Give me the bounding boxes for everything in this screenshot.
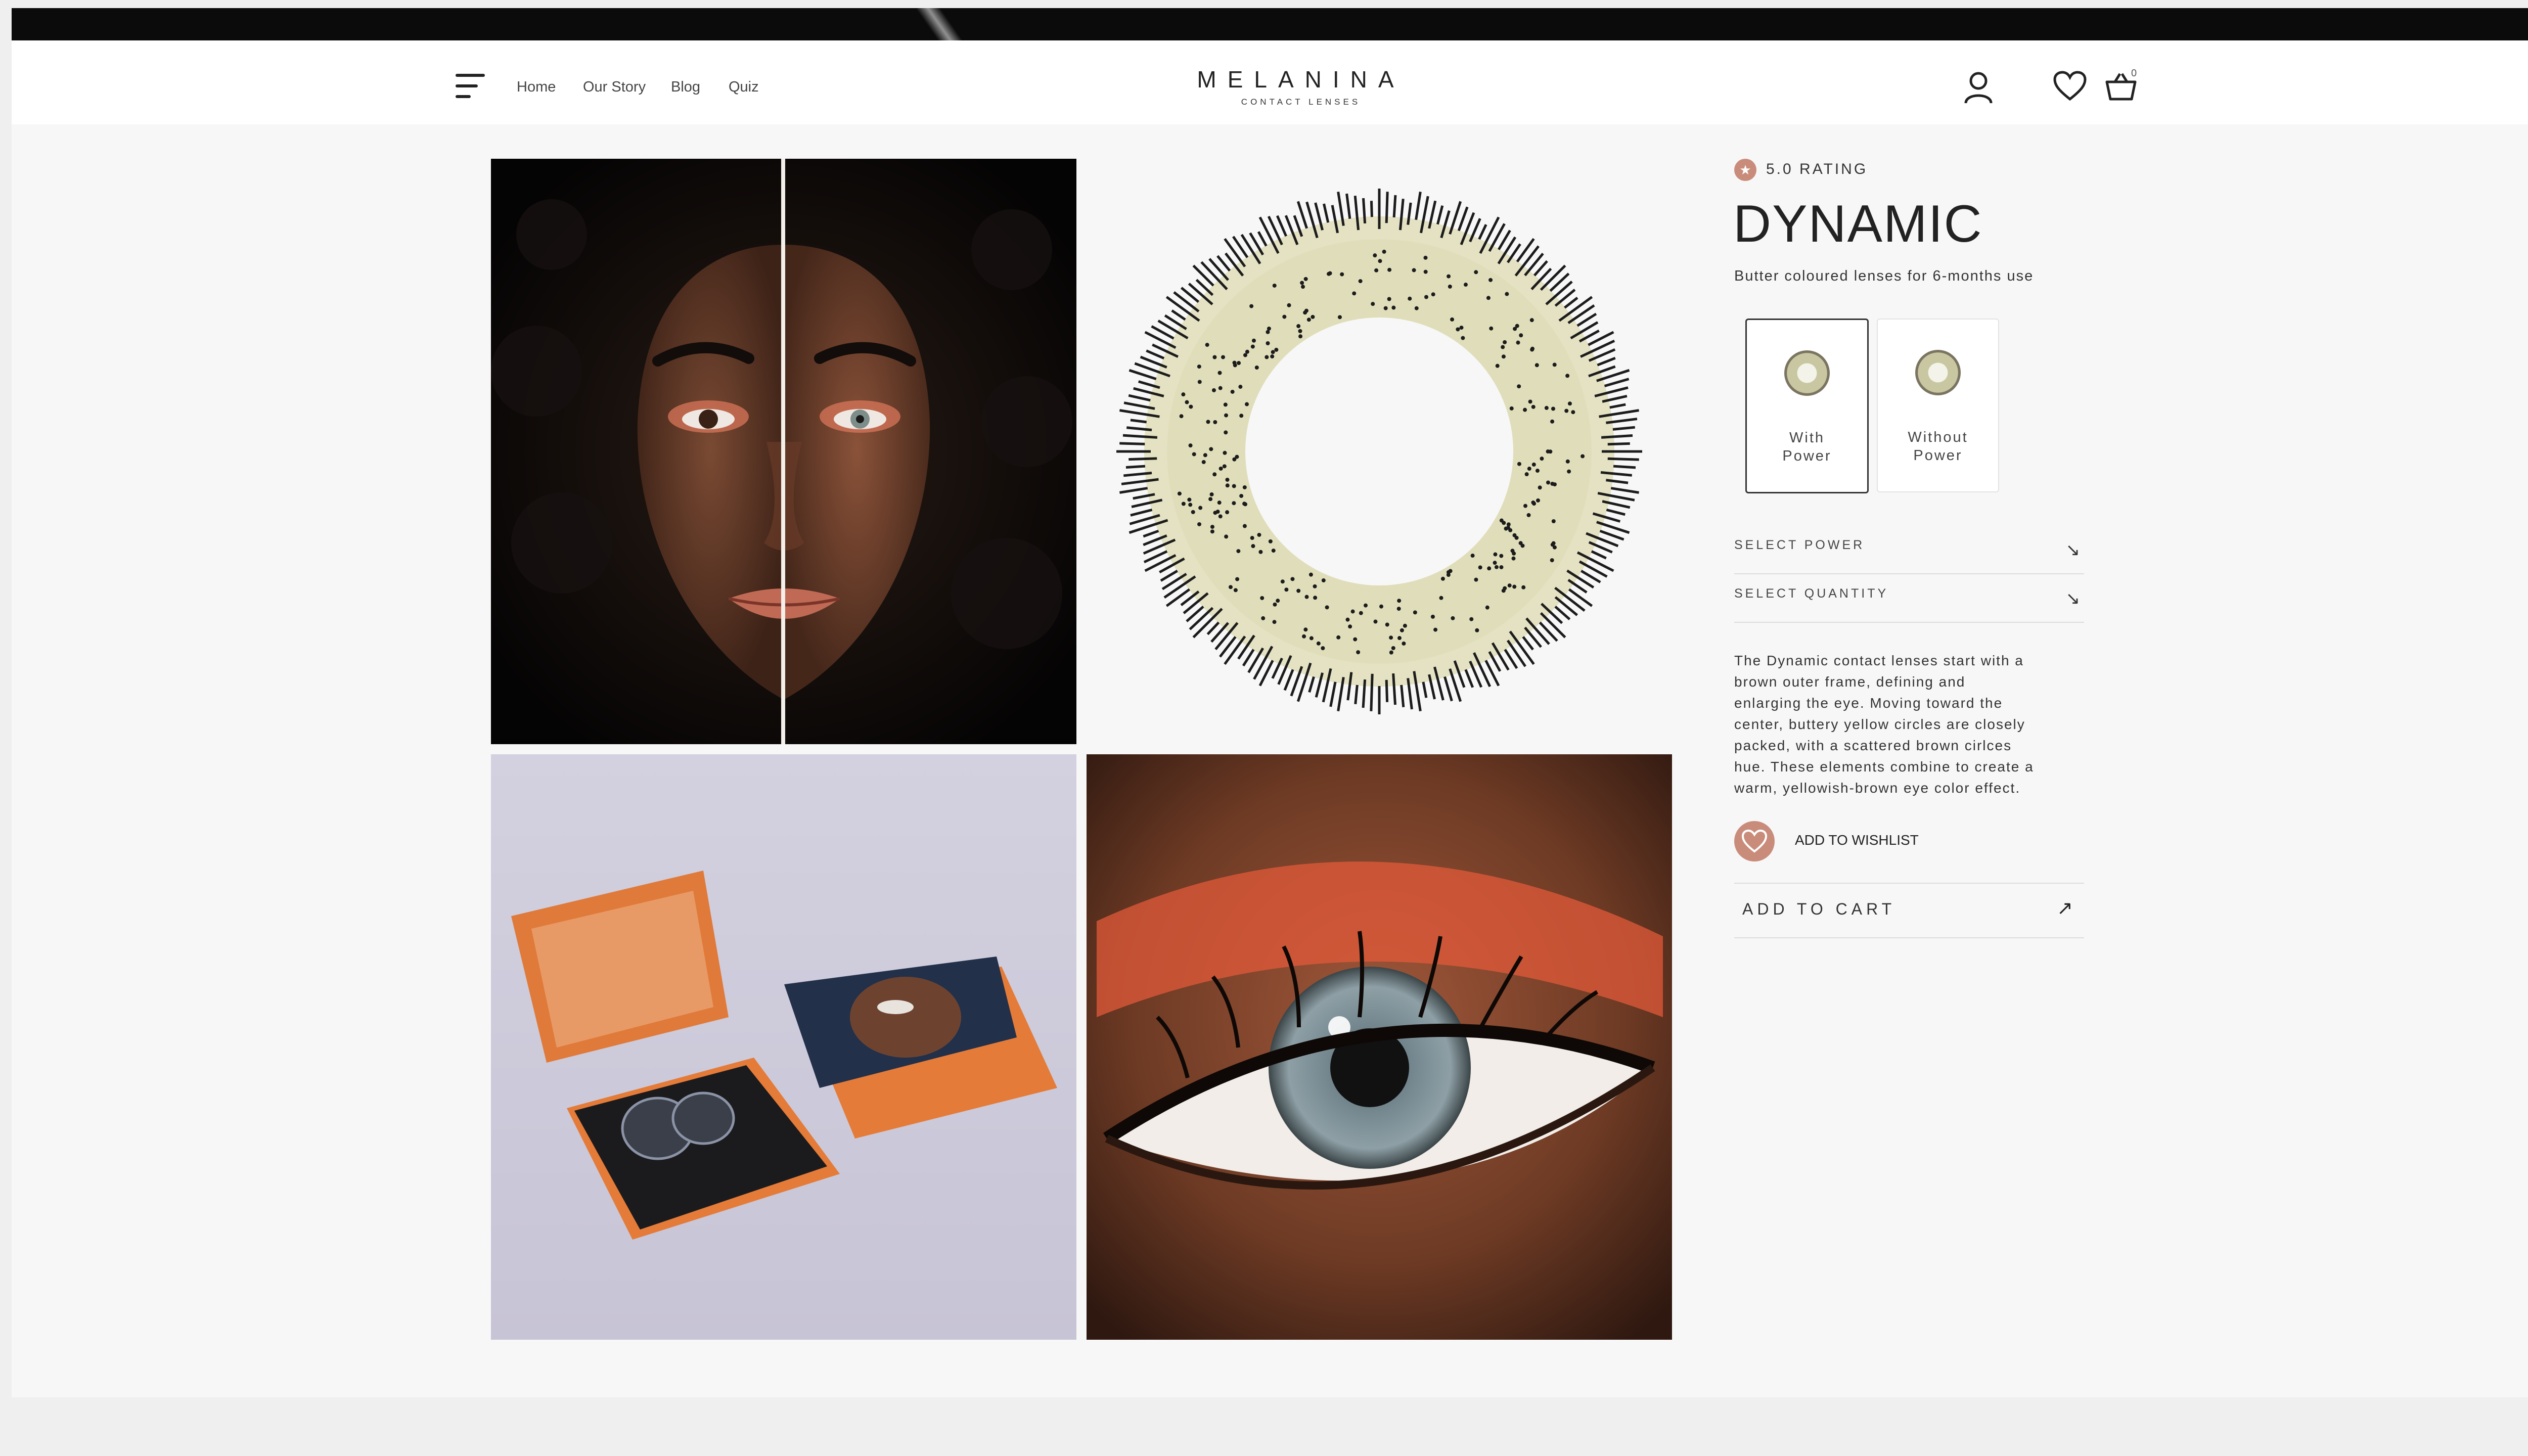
heart-icon [1741,829,1768,853]
site-logo-subtitle: CONTACT LENSES [1241,97,1361,107]
description-line: enlarging the eye. Moving toward the [1734,695,2003,711]
cart-count-badge: 0 [2131,68,2137,79]
product-box-image[interactable] [491,754,1076,1340]
site-logo[interactable]: MELANINA [1190,66,1412,93]
description-line: The Dynamic contact lenses start with a [1734,653,2024,668]
rating-star-icon: ★ [1734,159,1756,181]
arrow-down-right-icon: ↘ [2065,589,2081,608]
select-quantity-label: SELECT QUANTITY [1734,586,1889,601]
menu-icon[interactable] [456,74,485,99]
lens-thumbnail-icon [1915,350,1961,395]
top-banner [12,8,2528,40]
lens-thumbnail-icon [1784,350,1830,396]
product-subtitle: Butter coloured lenses for 6-months use [1734,268,2034,284]
option-label-line2: Power [1913,447,1963,464]
nav-link-blog[interactable]: Blog [671,79,700,96]
banner-light-streak [916,8,968,40]
site-header: Home Our Story Blog Quiz MELANINA CONTAC… [12,40,2528,124]
heart-icon[interactable] [2053,71,2087,101]
product-title: DYNAMIC [1733,195,1983,253]
select-power-dropdown[interactable]: SELECT POWER ↘ [1734,526,2084,574]
arrow-up-right-icon: ↗ [2057,898,2073,919]
arrow-down-right-icon: ↘ [2065,540,2081,560]
select-power-label: SELECT POWER [1734,538,1865,552]
description-line: warm, yellowish-brown eye color effect. [1734,780,2021,796]
eye-closeup-image[interactable] [1087,754,1672,1340]
description-line: packed, with a scattered brown cirlces [1734,738,2012,753]
nav-link-quiz[interactable]: Quiz [729,79,759,96]
wishlist-heart-button[interactable] [1734,821,1775,861]
description-line: brown outer frame, defining and [1734,674,1966,690]
add-to-wishlist-link[interactable]: ADD TO WISHLIST [1795,832,1919,848]
option-with-power[interactable]: With Power [1745,318,1869,493]
option-label-line1: Without [1908,429,1968,445]
lens-pattern-image[interactable] [1087,159,1672,744]
nav-link-our-story[interactable]: Our Story [583,79,646,96]
option-label-line1: With [1789,430,1825,446]
rating-text: 5.0 RATING [1766,161,1868,177]
option-without-power[interactable]: Without Power [1877,318,1999,492]
product-description: The Dynamic contact lenses start with a … [1734,650,2088,799]
model-split-face-image[interactable] [491,159,1076,744]
user-icon[interactable] [1963,71,1994,104]
description-line: hue. These elements combine to create a [1734,759,2034,775]
add-to-cart-label: ADD TO CART [1742,900,1896,918]
option-label-line2: Power [1782,448,1832,464]
description-line: center, buttery yellow circles are close… [1734,716,2025,732]
select-quantity-dropdown[interactable]: SELECT QUANTITY ↘ [1734,574,2084,623]
add-to-cart-button[interactable]: ADD TO CART ↗ [1734,883,2084,938]
nav-link-home[interactable]: Home [517,79,556,96]
